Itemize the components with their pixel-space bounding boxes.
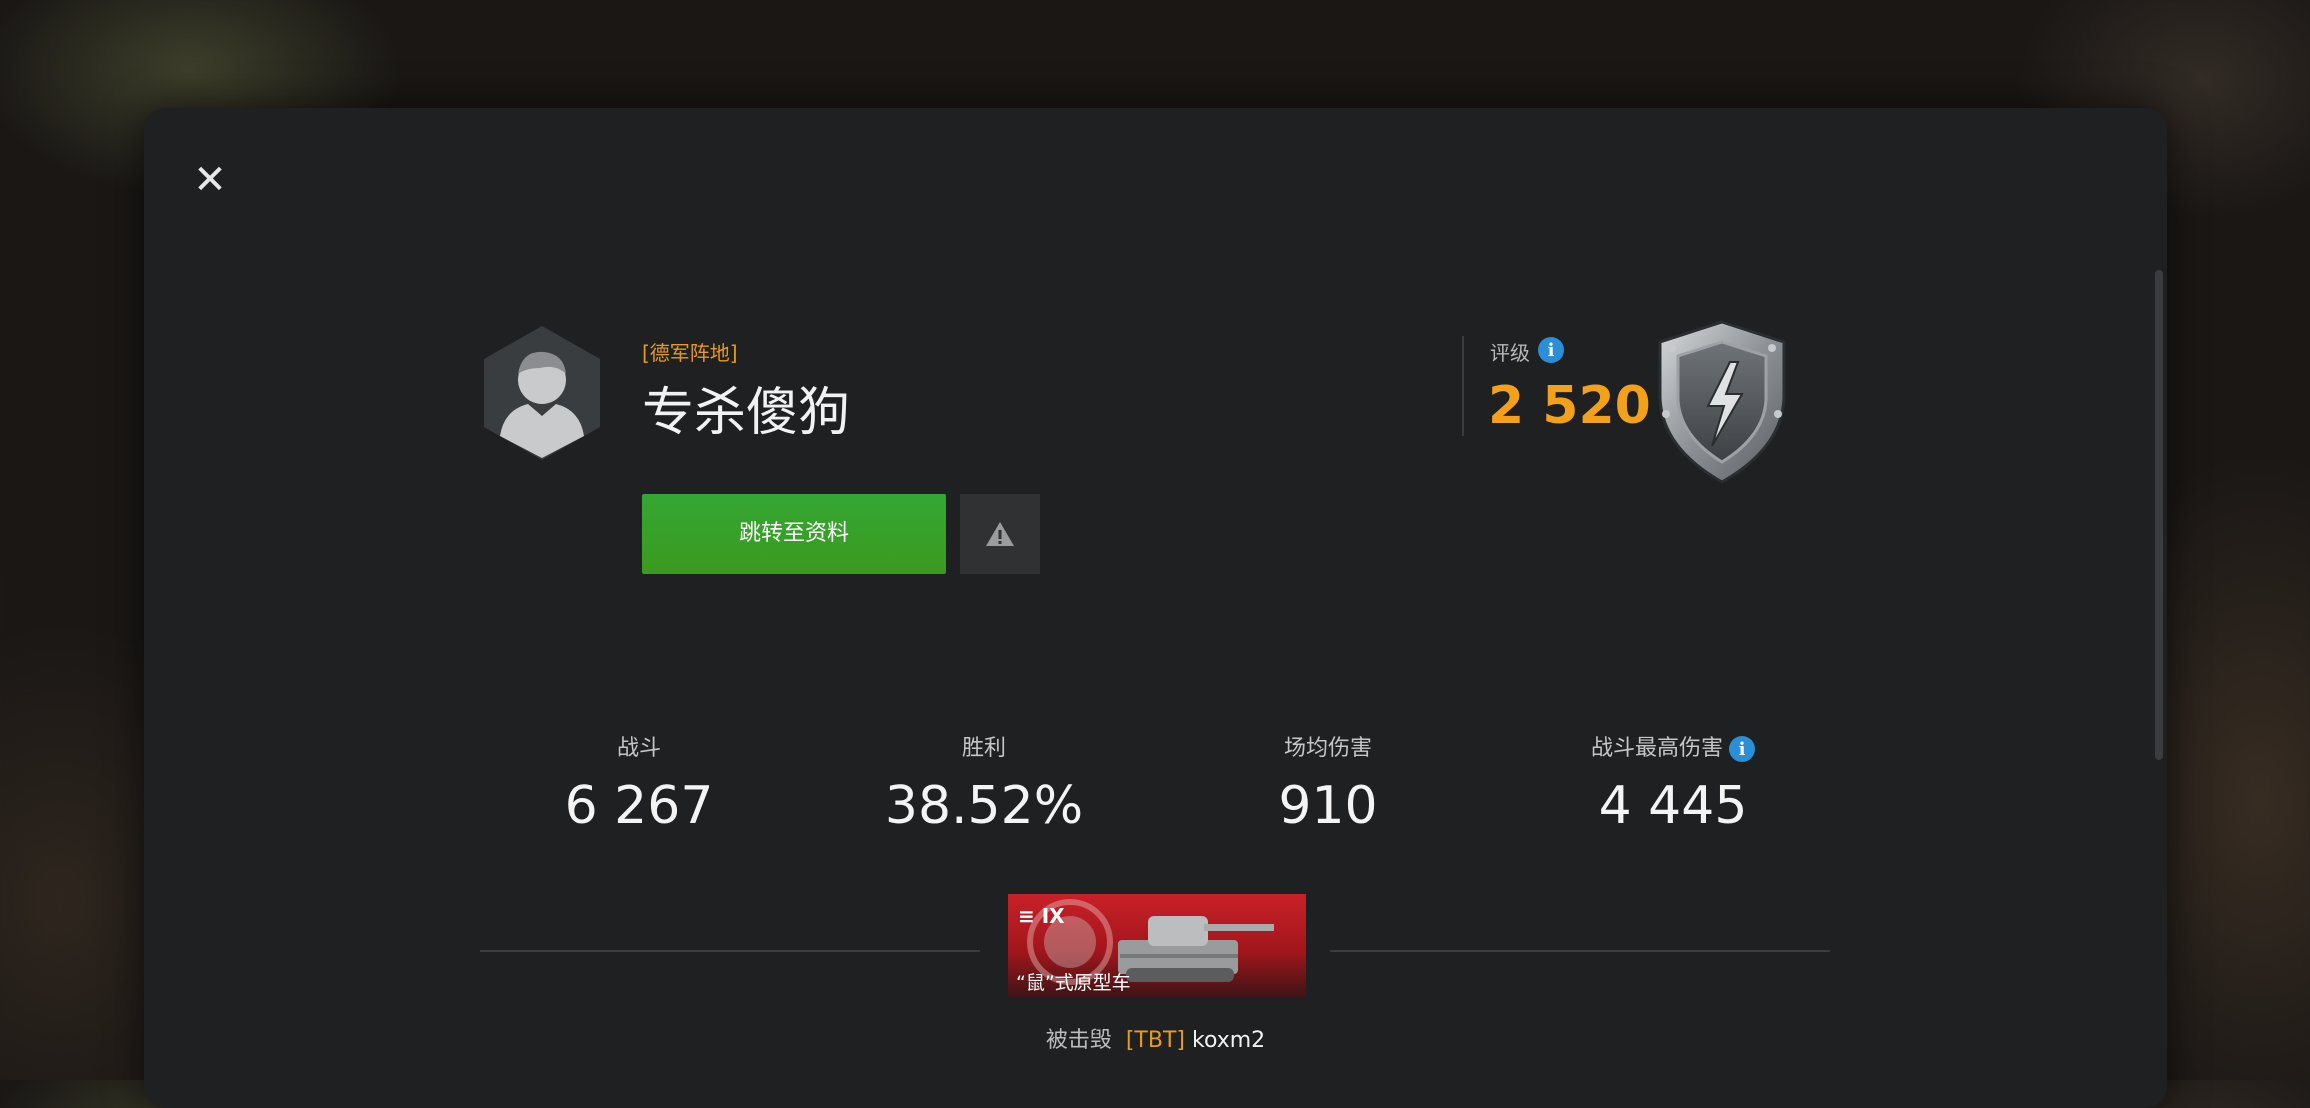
go-to-profile-button[interactable]: 跳转至资料 (642, 494, 946, 574)
info-icon[interactable]: i (1729, 736, 1755, 762)
stat-value: 6 267 (564, 776, 714, 836)
killer-clan-tag[interactable]: [TBT] (1126, 1028, 1185, 1053)
warning-icon (986, 522, 1014, 546)
stat-label: 战斗最高伤害 (1590, 736, 1723, 761)
stat-avg-damage: 场均伤害 910 (1178, 730, 1478, 836)
avatar (484, 326, 600, 460)
destroyed-by-prefix: 被击毁 (1045, 1028, 1112, 1053)
divider-right (1330, 950, 1830, 952)
divider-left (480, 950, 980, 952)
tier-chevrons-icon: ≡ (1018, 904, 1035, 928)
rating-shield-icon (1658, 320, 1786, 484)
stat-max-damage: 战斗最高伤害 i 4 445 (1523, 730, 1823, 836)
stat-label: 战斗 (616, 736, 661, 761)
rating-divider (1462, 336, 1464, 436)
tier-number: IX (1041, 904, 1065, 928)
tier-label: ≡ IX (1018, 904, 1065, 928)
scrollbar[interactable] (2155, 270, 2163, 760)
destroyed-by-line: 被击毁 [TBT] koxm2 (144, 1022, 2167, 1054)
stat-label: 场均伤害 (1283, 736, 1372, 761)
stat-label-row: 战斗最高伤害 i (1523, 730, 1823, 762)
clan-tag[interactable]: [德军阵地] (642, 337, 738, 366)
tank-card[interactable]: ≡ IX “鼠”式原型车 (1008, 894, 1306, 998)
stat-battles: 战斗 6 267 (489, 730, 789, 836)
player-info-dialog: ✕ [德军阵地] 专杀傻狗 跳转至资料 评级 i 2 520 战斗 6 267 … (144, 108, 2167, 1108)
rating-value: 2 520 (1488, 376, 1651, 436)
rating-label: 评级 (1490, 341, 1530, 365)
player-nickname: 专杀傻狗 (642, 383, 851, 443)
info-icon[interactable]: i (1538, 337, 1564, 363)
stat-value: 38.52% (884, 776, 1084, 836)
stat-value: 910 (1278, 776, 1378, 836)
close-icon[interactable]: ✕ (188, 158, 232, 202)
stat-label: 胜利 (961, 736, 1006, 761)
killer-name[interactable]: koxm2 (1192, 1028, 1265, 1053)
stat-victories: 胜利 38.52% (834, 730, 1134, 836)
stat-value: 4 445 (1598, 776, 1748, 836)
tank-name: “鼠”式原型车 (1016, 972, 1131, 994)
report-button[interactable] (960, 494, 1040, 574)
